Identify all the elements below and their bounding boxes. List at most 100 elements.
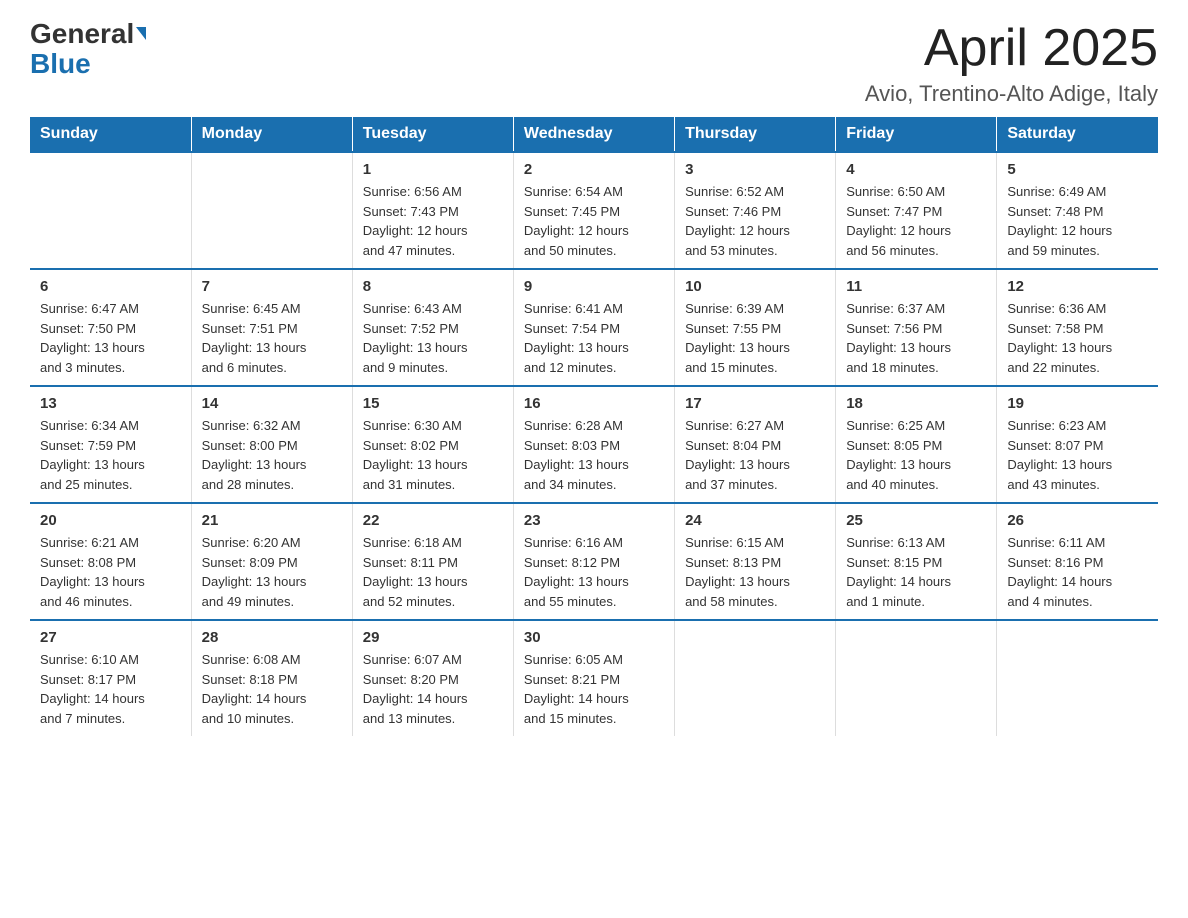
calendar-cell: 13 Sunrise: 6:34 AMSunset: 7:59 PMDayligh… xyxy=(30,386,191,503)
day-info: Sunrise: 6:52 AMSunset: 7:46 PMDaylight:… xyxy=(685,182,825,260)
day-info: Sunrise: 6:39 AMSunset: 7:55 PMDaylight:… xyxy=(685,299,825,377)
day-info: Sunrise: 6:50 AMSunset: 7:47 PMDaylight:… xyxy=(846,182,986,260)
calendar-cell: 30 Sunrise: 6:05 AMSunset: 8:21 PMDayligh… xyxy=(513,620,674,736)
day-number: 30 xyxy=(524,629,664,646)
calendar-cell: 4Sunrise: 6:50 AMSunset: 7:47 PMDaylight… xyxy=(836,152,997,269)
day-info: Sunrise: 6:21 AMSunset: 8:08 PMDaylight:… xyxy=(40,533,181,611)
logo: General Blue xyxy=(30,20,146,80)
day-info: Sunrise: 6:07 AMSunset: 8:20 PMDaylight:… xyxy=(363,650,503,728)
location-subtitle: Avio, Trentino-Alto Adige, Italy xyxy=(865,81,1158,107)
day-info: Sunrise: 6:18 AMSunset: 8:11 PMDaylight:… xyxy=(363,533,503,611)
day-number: 2 xyxy=(524,161,664,178)
calendar-cell: 2 Sunrise: 6:54 AMSunset: 7:45 PMDaylight… xyxy=(513,152,674,269)
day-info: Sunrise: 6:05 AMSunset: 8:21 PMDaylight:… xyxy=(524,650,664,728)
calendar-cell: 21Sunrise: 6:20 AMSunset: 8:09 PMDayligh… xyxy=(191,503,352,620)
day-info: Sunrise: 6:32 AMSunset: 8:00 PMDaylight:… xyxy=(202,416,342,494)
weekday-header-tuesday: Tuesday xyxy=(352,117,513,152)
calendar-cell: 23Sunrise: 6:16 AMSunset: 8:12 PMDayligh… xyxy=(513,503,674,620)
calendar-cell xyxy=(30,152,191,269)
day-info: Sunrise: 6:08 AMSunset: 8:18 PMDaylight:… xyxy=(202,650,342,728)
calendar-week-row: 6 Sunrise: 6:47 AMSunset: 7:50 PMDaylight… xyxy=(30,269,1158,386)
day-number: 27 xyxy=(40,629,181,646)
logo-top-line: General xyxy=(30,20,146,48)
day-number: 20 xyxy=(40,512,181,529)
day-info: Sunrise: 6:56 AMSunset: 7:43 PMDaylight:… xyxy=(363,182,503,260)
weekday-header-wednesday: Wednesday xyxy=(513,117,674,152)
calendar-cell: 24Sunrise: 6:15 AMSunset: 8:13 PMDayligh… xyxy=(675,503,836,620)
day-info: Sunrise: 6:41 AMSunset: 7:54 PMDaylight:… xyxy=(524,299,664,377)
day-number: 10 xyxy=(685,278,825,295)
day-number: 23 xyxy=(524,512,664,529)
calendar-cell: 19 Sunrise: 6:23 AMSunset: 8:07 PMDayligh… xyxy=(997,386,1158,503)
day-number: 9 xyxy=(524,278,664,295)
day-number: 3 xyxy=(685,161,825,178)
calendar-cell xyxy=(191,152,352,269)
calendar-cell: 29 Sunrise: 6:07 AMSunset: 8:20 PMDayligh… xyxy=(352,620,513,736)
day-info: Sunrise: 6:36 AMSunset: 7:58 PMDaylight:… xyxy=(1007,299,1148,377)
day-number: 26 xyxy=(1007,512,1148,529)
calendar-cell: 15Sunrise: 6:30 AMSunset: 8:02 PMDayligh… xyxy=(352,386,513,503)
calendar-cell: 16 Sunrise: 6:28 AMSunset: 8:03 PMDayligh… xyxy=(513,386,674,503)
calendar-week-row: 13 Sunrise: 6:34 AMSunset: 7:59 PMDayligh… xyxy=(30,386,1158,503)
day-info: Sunrise: 6:34 AMSunset: 7:59 PMDaylight:… xyxy=(40,416,181,494)
calendar-week-row: 20 Sunrise: 6:21 AMSunset: 8:08 PMDayligh… xyxy=(30,503,1158,620)
main-title: April 2025 xyxy=(865,20,1158,77)
logo-triangle-icon xyxy=(136,27,146,40)
calendar-week-row: 27 Sunrise: 6:10 AMSunset: 8:17 PMDayligh… xyxy=(30,620,1158,736)
day-info: Sunrise: 6:25 AMSunset: 8:05 PMDaylight:… xyxy=(846,416,986,494)
calendar-cell xyxy=(675,620,836,736)
day-info: Sunrise: 6:45 AMSunset: 7:51 PMDaylight:… xyxy=(202,299,342,377)
day-info: Sunrise: 6:47 AMSunset: 7:50 PMDaylight:… xyxy=(40,299,181,377)
day-number: 6 xyxy=(40,278,181,295)
logo-blue-text: Blue xyxy=(30,48,91,79)
calendar-cell: 20 Sunrise: 6:21 AMSunset: 8:08 PMDayligh… xyxy=(30,503,191,620)
day-number: 28 xyxy=(202,629,342,646)
calendar-cell: 14 Sunrise: 6:32 AMSunset: 8:00 PMDayligh… xyxy=(191,386,352,503)
day-number: 11 xyxy=(846,278,986,295)
logo-bottom-line: Blue xyxy=(30,48,91,80)
calendar-cell: 27 Sunrise: 6:10 AMSunset: 8:17 PMDayligh… xyxy=(30,620,191,736)
day-number: 16 xyxy=(524,395,664,412)
calendar-cell: 3 Sunrise: 6:52 AMSunset: 7:46 PMDaylight… xyxy=(675,152,836,269)
weekday-header-monday: Monday xyxy=(191,117,352,152)
calendar-cell: 10 Sunrise: 6:39 AMSunset: 7:55 PMDayligh… xyxy=(675,269,836,386)
day-info: Sunrise: 6:13 AMSunset: 8:15 PMDaylight:… xyxy=(846,533,986,611)
calendar-cell: 26 Sunrise: 6:11 AMSunset: 8:16 PMDayligh… xyxy=(997,503,1158,620)
day-number: 13 xyxy=(40,395,181,412)
calendar-cell: 1Sunrise: 6:56 AMSunset: 7:43 PMDaylight… xyxy=(352,152,513,269)
day-info: Sunrise: 6:11 AMSunset: 8:16 PMDaylight:… xyxy=(1007,533,1148,611)
calendar-week-row: 1Sunrise: 6:56 AMSunset: 7:43 PMDaylight… xyxy=(30,152,1158,269)
calendar-cell: 6 Sunrise: 6:47 AMSunset: 7:50 PMDaylight… xyxy=(30,269,191,386)
weekday-header-row: SundayMondayTuesdayWednesdayThursdayFrid… xyxy=(30,117,1158,152)
day-number: 29 xyxy=(363,629,503,646)
day-info: Sunrise: 6:23 AMSunset: 8:07 PMDaylight:… xyxy=(1007,416,1148,494)
calendar-cell: 22 Sunrise: 6:18 AMSunset: 8:11 PMDayligh… xyxy=(352,503,513,620)
calendar-cell xyxy=(836,620,997,736)
day-number: 12 xyxy=(1007,278,1148,295)
day-number: 24 xyxy=(685,512,825,529)
day-info: Sunrise: 6:10 AMSunset: 8:17 PMDaylight:… xyxy=(40,650,181,728)
calendar-cell: 28 Sunrise: 6:08 AMSunset: 8:18 PMDayligh… xyxy=(191,620,352,736)
day-info: Sunrise: 6:28 AMSunset: 8:03 PMDaylight:… xyxy=(524,416,664,494)
day-number: 22 xyxy=(363,512,503,529)
calendar-cell: 11 Sunrise: 6:37 AMSunset: 7:56 PMDayligh… xyxy=(836,269,997,386)
day-number: 7 xyxy=(202,278,342,295)
day-info: Sunrise: 6:54 AMSunset: 7:45 PMDaylight:… xyxy=(524,182,664,260)
day-info: Sunrise: 6:37 AMSunset: 7:56 PMDaylight:… xyxy=(846,299,986,377)
logo-general-text: General xyxy=(30,18,146,49)
day-number: 18 xyxy=(846,395,986,412)
page-header: General Blue April 2025 Avio, Trentino-A… xyxy=(30,20,1158,107)
day-number: 8 xyxy=(363,278,503,295)
calendar-table: SundayMondayTuesdayWednesdayThursdayFrid… xyxy=(30,117,1158,736)
weekday-header-friday: Friday xyxy=(836,117,997,152)
day-number: 21 xyxy=(202,512,342,529)
calendar-header: SundayMondayTuesdayWednesdayThursdayFrid… xyxy=(30,117,1158,152)
day-number: 15 xyxy=(363,395,503,412)
weekday-header-thursday: Thursday xyxy=(675,117,836,152)
title-section: April 2025 Avio, Trentino-Alto Adige, It… xyxy=(865,20,1158,107)
day-number: 25 xyxy=(846,512,986,529)
day-number: 14 xyxy=(202,395,342,412)
day-info: Sunrise: 6:27 AMSunset: 8:04 PMDaylight:… xyxy=(685,416,825,494)
day-number: 19 xyxy=(1007,395,1148,412)
calendar-cell xyxy=(997,620,1158,736)
